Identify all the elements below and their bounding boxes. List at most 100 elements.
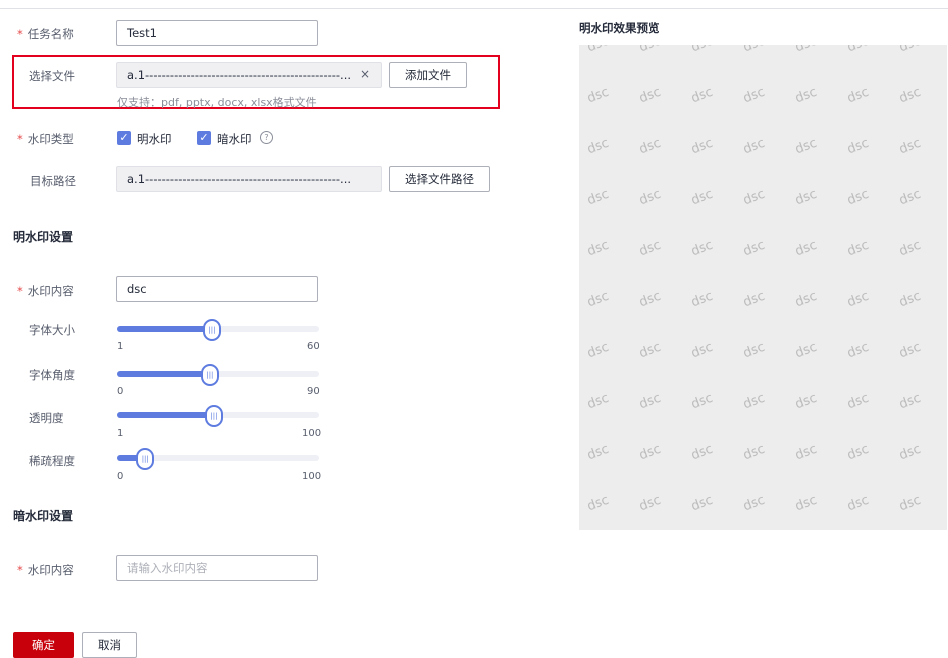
required-mark: * (17, 27, 23, 41)
preview-watermark-text: dsc (845, 390, 872, 413)
preview-watermark-text: dsc (845, 237, 872, 260)
hidden-watermark-checkbox[interactable]: ✓ (197, 131, 211, 145)
preview-watermark-text: dsc (637, 186, 664, 209)
preview-watermark-text: dsc (845, 45, 871, 55)
preview-watermark-text: dsc (585, 135, 612, 158)
select-file-value: a.1-------------------------------------… (127, 68, 352, 82)
slider-fill (117, 412, 212, 418)
preview-watermark-text: dsc (845, 186, 872, 209)
preview-watermark-text: dsc (741, 288, 768, 311)
slider-grip-icon[interactable]: ||| (136, 448, 155, 470)
hidden-watermark-option-label[interactable]: 暗水印 (217, 131, 252, 147)
preview-watermark-text: dsc (689, 186, 716, 209)
top-border (0, 8, 948, 9)
preview-watermark-text: dsc (585, 186, 612, 209)
required-mark: * (17, 132, 23, 146)
visible-watermark-settings-title: 明水印设置 (13, 230, 74, 244)
density-label: 稀疏程度 (29, 454, 75, 468)
preview-watermark-text: dsc (689, 237, 716, 260)
visible-watermark-checkbox[interactable]: ✓ (117, 131, 131, 145)
preview-watermark-text: dsc (689, 135, 716, 158)
preview-watermark-text: dsc (741, 45, 767, 55)
visible-content-label: * 水印内容 (17, 283, 74, 299)
preview-watermark-text: dsc (637, 339, 664, 362)
preview-watermark-text: dsc (793, 135, 820, 158)
font-angle-label: 字体角度 (29, 368, 75, 382)
opacity-max: 100 (302, 428, 322, 439)
target-path-input[interactable]: a.1-------------------------------------… (116, 166, 382, 192)
watermark-type-label: * 水印类型 (17, 131, 74, 147)
cancel-button[interactable]: 取消 (82, 632, 137, 658)
preview-watermark-text: dsc (897, 45, 923, 55)
slider-grip-icon[interactable]: ||| (202, 319, 221, 341)
font-size-max: 60 (307, 341, 320, 352)
help-circle-icon[interactable]: ? (260, 131, 273, 144)
task-name-input[interactable]: Test1 (116, 20, 318, 46)
preview-watermark-text: dsc (637, 45, 663, 55)
preview-watermark-text: dsc (845, 288, 872, 311)
preview-watermark-text: dsc (689, 339, 716, 362)
preview-watermark-text: dsc (793, 492, 820, 515)
select-path-button[interactable]: 选择文件路径 (389, 166, 490, 192)
add-file-button[interactable]: 添加文件 (389, 62, 467, 88)
select-file-input[interactable]: a.1-------------------------------------… (116, 62, 382, 88)
preview-watermark-text: dsc (845, 441, 872, 464)
preview-title: 明水印效果预览 (579, 21, 660, 35)
preview-watermark-text: dsc (585, 237, 612, 260)
preview-watermark-text: dsc (689, 390, 716, 413)
opacity-min: 1 (117, 428, 124, 439)
confirm-button[interactable]: 确定 (13, 632, 74, 658)
preview-watermark-text: dsc (897, 186, 924, 209)
hidden-content-placeholder: 请输入水印内容 (127, 561, 208, 575)
preview-watermark-text: dsc (741, 135, 768, 158)
font-angle-slider[interactable]: ||| (117, 364, 319, 386)
preview-watermark-text: dsc (741, 441, 768, 464)
preview-watermark-text: dsc (637, 237, 664, 260)
preview-watermark-text: dsc (793, 237, 820, 260)
slider-fill (117, 326, 210, 332)
visible-content-input[interactable]: dsc (116, 276, 318, 302)
preview-watermark-text: dsc (637, 441, 664, 464)
preview-watermark-text: dsc (637, 492, 664, 515)
close-icon[interactable]: × (360, 67, 370, 81)
preview-watermark-text: dsc (637, 288, 664, 311)
preview-watermark-text: dsc (741, 237, 768, 260)
select-file-label: 选择文件 (29, 69, 75, 83)
required-mark: * (17, 563, 23, 577)
preview-watermark-text: dsc (689, 492, 716, 515)
slider-fill (117, 371, 208, 377)
slider-grip-icon[interactable]: ||| (204, 405, 223, 427)
opacity-label: 透明度 (29, 411, 64, 425)
preview-watermark-text: dsc (793, 390, 820, 413)
density-max: 100 (302, 471, 322, 482)
preview-watermark-text: dsc (793, 441, 820, 464)
density-slider[interactable]: ||| (117, 448, 319, 470)
font-angle-max: 90 (307, 386, 320, 397)
preview-watermark-text: dsc (637, 135, 664, 158)
opacity-slider[interactable]: ||| (117, 405, 319, 427)
preview-watermark-text: dsc (793, 84, 820, 107)
preview-watermark-text: dsc (845, 339, 872, 362)
hidden-content-label: * 水印内容 (17, 562, 74, 578)
hidden-content-input[interactable]: 请输入水印内容 (116, 555, 318, 581)
check-icon: ✓ (119, 131, 129, 144)
visible-watermark-option-label[interactable]: 明水印 (137, 131, 172, 147)
font-size-slider[interactable]: ||| (117, 319, 319, 341)
target-path-label: 目标路径 (30, 174, 76, 188)
density-min: 0 (117, 471, 124, 482)
slider-grip-icon[interactable]: ||| (200, 364, 219, 386)
preview-watermark-text: dsc (897, 390, 924, 413)
preview-watermark-text: dsc (637, 390, 664, 413)
preview-watermark-text: dsc (845, 492, 872, 515)
preview-watermark-text: dsc (793, 288, 820, 311)
preview-watermark-text: dsc (689, 441, 716, 464)
preview-watermark-text: dsc (741, 84, 768, 107)
check-icon: ✓ (199, 131, 209, 144)
preview-watermark-text: dsc (741, 339, 768, 362)
watermark-type-label-text: 水印类型 (27, 132, 74, 146)
watermark-preview: dsc dsc dsc dsc dsc dsc dsc dsc dsc dsc dsc dsc dsc d… (579, 45, 947, 530)
preview-watermark-text: dsc (585, 390, 612, 413)
preview-watermark-text: dsc (637, 84, 664, 107)
preview-watermark-text: dsc (741, 492, 768, 515)
hidden-watermark-settings-title: 暗水印设置 (13, 509, 74, 523)
